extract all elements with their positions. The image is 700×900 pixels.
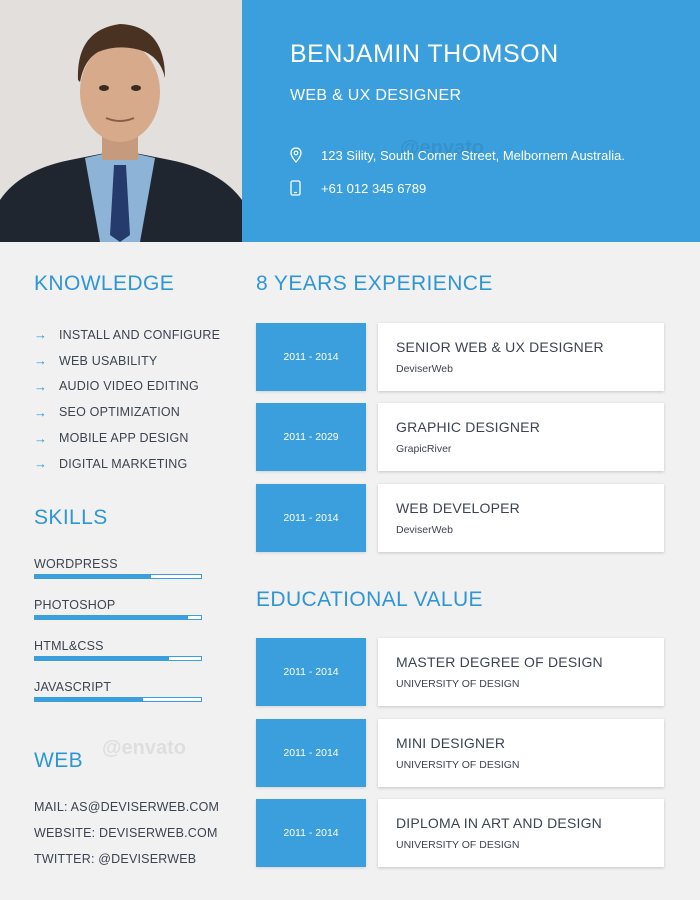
location-pin-icon <box>290 147 304 163</box>
skill-bar <box>34 615 202 620</box>
arrow-right-icon: → <box>34 404 48 420</box>
skill-label: JAVASCRIPT <box>34 680 112 694</box>
experience-entry: 2011 - 2014 WEB DEVELOPER DeviserWeb <box>256 484 664 552</box>
person-role: WEB & UX DESIGNER <box>290 87 462 104</box>
skill-javascript: JAVASCRIPT <box>34 680 202 702</box>
skill-bar-fill <box>35 575 152 578</box>
list-item: → WEB USABILITY <box>34 353 158 369</box>
entry-title: MASTER DEGREE OF DESIGN <box>396 654 603 670</box>
entry-title: DIPLOMA IN ART AND DESIGN <box>396 815 602 831</box>
skill-bar <box>34 574 202 579</box>
skill-label: WORDPRESS <box>34 557 118 571</box>
entry-subtitle: DeviserWeb <box>396 363 453 375</box>
date-badge: 2011 - 2014 <box>256 484 366 552</box>
knowledge-title: KNOWLEDGE <box>34 272 175 295</box>
entry-subtitle: UNIVERSITY OF DESIGN <box>396 678 520 690</box>
arrow-right-icon: → <box>34 378 48 394</box>
list-item: → MOBILE APP DESIGN <box>34 430 189 446</box>
education-entry: 2011 - 2014 MASTER DEGREE OF DESIGN UNIV… <box>256 638 664 706</box>
web-title: WEB <box>34 749 84 772</box>
mobile-phone-icon <box>290 180 304 196</box>
skill-photoshop: PHOTOSHOP <box>34 598 202 620</box>
address-text: 123 Sility, South Corner Street, Melborn… <box>321 147 625 163</box>
knowledge-list: → INSTALL AND CONFIGURE → WEB USABILITY → A… <box>34 322 220 477</box>
list-item: → INSTALL AND CONFIGURE <box>34 327 221 343</box>
experience-entry: 2011 - 2014 SENIOR WEB & UX DESIGNER Dev… <box>256 323 664 391</box>
phone-line: +61 012 345 6789 <box>290 180 426 196</box>
education-title: EDUCATIONAL VALUE <box>256 588 483 611</box>
list-item: → AUDIO VIDEO EDITING <box>34 378 199 394</box>
list-item: → SEO OPTIMIZATION <box>34 404 181 420</box>
profile-photo <box>0 0 242 242</box>
arrow-right-icon: → <box>34 430 48 446</box>
address-line: 123 Sility, South Corner Street, Melborn… <box>290 147 625 163</box>
entry-card: WEB DEVELOPER DeviserWeb <box>378 484 664 552</box>
arrow-right-icon: → <box>34 353 48 369</box>
date-badge: 2011 - 2014 <box>256 719 366 787</box>
entry-title: GRAPHIC DESIGNER <box>396 419 540 435</box>
website-link[interactable]: WEBSITE: DEVISERWEB.COM <box>34 826 218 840</box>
skill-bar-fill <box>35 616 188 619</box>
envato-watermark: @envato <box>102 737 186 759</box>
date-badge: 2011 - 2014 <box>256 638 366 706</box>
skill-bar-fill <box>35 657 170 660</box>
arrow-right-icon: → <box>34 456 48 472</box>
entry-subtitle: GrapicRiver <box>396 443 452 455</box>
skill-bar <box>34 697 202 702</box>
entry-title: SENIOR WEB & UX DESIGNER <box>396 339 604 355</box>
entry-subtitle: UNIVERSITY OF DESIGN <box>396 759 520 771</box>
education-entry: 2011 - 2014 DIPLOMA IN ART AND DESIGN UN… <box>256 799 664 867</box>
entry-title: WEB DEVELOPER <box>396 500 520 516</box>
skill-label: HTML&CSS <box>34 639 104 653</box>
entry-card: SENIOR WEB & UX DESIGNER DeviserWeb <box>378 323 664 391</box>
experience-entry: 2011 - 2029 GRAPHIC DESIGNER GrapicRiver <box>256 403 664 471</box>
entry-card: GRAPHIC DESIGNER GrapicRiver <box>378 403 664 471</box>
entry-subtitle: UNIVERSITY OF DESIGN <box>396 839 520 851</box>
skill-wordpress: WORDPRESS <box>34 557 202 579</box>
phone-text: +61 012 345 6789 <box>321 180 427 196</box>
date-badge: 2011 - 2014 <box>256 323 366 391</box>
resume-header: BENJAMIN THOMSON WEB & UX DESIGNER @enva… <box>0 0 700 242</box>
entry-card: MINI DESIGNER UNIVERSITY OF DESIGN <box>378 719 664 787</box>
arrow-right-icon: → <box>34 327 48 343</box>
skill-bar-fill <box>35 698 143 701</box>
entry-card: DIPLOMA IN ART AND DESIGN UNIVERSITY OF … <box>378 799 664 867</box>
date-badge: 2011 - 2029 <box>256 403 366 471</box>
skill-label: PHOTOSHOP <box>34 598 116 612</box>
date-badge: 2011 - 2014 <box>256 799 366 867</box>
skill-bar <box>34 656 202 661</box>
person-name: BENJAMIN THOMSON <box>290 40 559 68</box>
education-entry: 2011 - 2014 MINI DESIGNER UNIVERSITY OF … <box>256 719 664 787</box>
entry-subtitle: DeviserWeb <box>396 524 453 536</box>
twitter-link[interactable]: TWITTER: @DEVISERWEB <box>34 852 196 866</box>
skill-htmlcss: HTML&CSS <box>34 639 202 661</box>
list-item: → DIGITAL MARKETING <box>34 456 188 472</box>
header-banner: BENJAMIN THOMSON WEB & UX DESIGNER @enva… <box>242 0 700 242</box>
entry-title: MINI DESIGNER <box>396 735 506 751</box>
entry-card: MASTER DEGREE OF DESIGN UNIVERSITY OF DE… <box>378 638 664 706</box>
mail-link[interactable]: MAIL: AS@DEVISERWEB.COM <box>34 800 219 814</box>
experience-title: 8 YEARS EXPERIENCE <box>256 272 493 295</box>
skills-title: SKILLS <box>34 506 108 529</box>
